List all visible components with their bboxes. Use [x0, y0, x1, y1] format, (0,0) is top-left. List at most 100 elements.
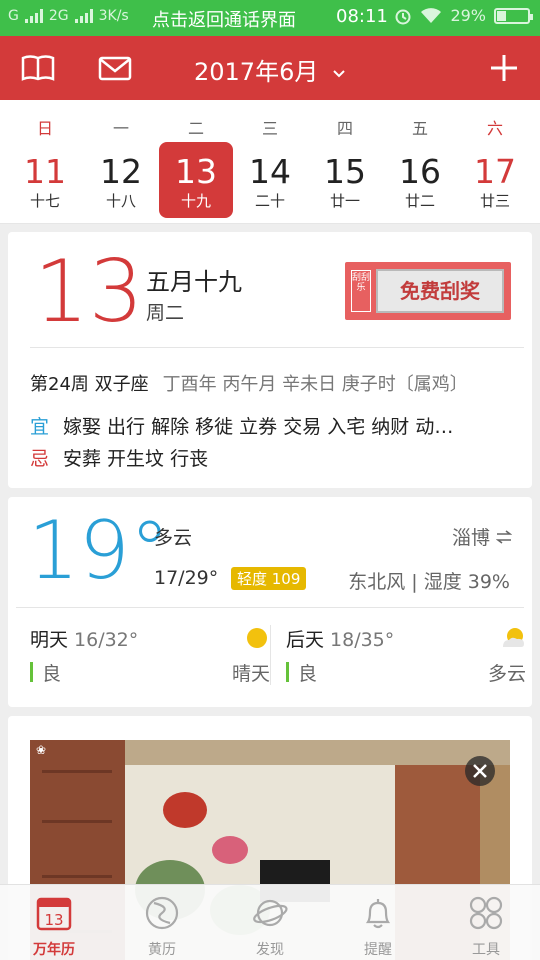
week-day-0[interactable]: 日 11 十七: [7, 100, 83, 224]
grid-icon: [469, 896, 503, 930]
forecast-day-after[interactable]: 后天 18/35° 良 多云: [286, 625, 526, 687]
nav-label: 黄历: [148, 942, 176, 958]
swap-icon: [496, 529, 512, 544]
planet-icon: [253, 899, 288, 927]
forecast-divider: [270, 625, 271, 685]
plus-icon[interactable]: [484, 48, 524, 88]
day-number: 17: [474, 152, 516, 191]
forecast-name: 明天: [30, 629, 69, 651]
forecast-condition: 多云: [487, 663, 526, 685]
week-day-3[interactable]: 三 14 二十: [232, 100, 308, 224]
lottery-stamp: 刮刮乐: [351, 270, 371, 312]
nav-label: 发现: [256, 942, 284, 958]
lunar-day: 二十: [254, 192, 285, 210]
weather-desc: 多云: [154, 527, 193, 549]
week-day-4[interactable]: 四 15 廿一: [307, 100, 383, 224]
lunar-date: 五月十九: [146, 268, 242, 296]
bell-icon: [365, 899, 391, 929]
app-header: 2017年6月: [0, 36, 540, 100]
forecast-range: 18/35°: [330, 629, 395, 651]
weekday: 周二: [146, 302, 185, 324]
weekday-label: 四: [336, 119, 353, 138]
month-selector[interactable]: 2017年6月: [0, 52, 540, 87]
yi-label: 宜: [30, 416, 50, 438]
today-card[interactable]: 13 五月十九 周二 刮刮乐 免费刮奖 第24周 双子座 丁酉年 丙午月 辛未日 …: [8, 232, 532, 488]
forecast-day-label: 后天 18/35°: [286, 625, 394, 652]
signal-icon: [24, 9, 43, 23]
signal-icon-2: [74, 9, 93, 23]
wind-humidity: 东北风 | 湿度 39%: [348, 571, 510, 593]
weekday-label: 日: [36, 119, 53, 138]
sun-icon: [247, 628, 267, 648]
weekday-label: 一: [112, 119, 129, 138]
day-number: 12: [100, 152, 142, 191]
lunar-day: 十九: [180, 192, 211, 210]
forecast-tomorrow[interactable]: 明天 16/32° 良 晴天: [30, 625, 270, 687]
week-day-5[interactable]: 五 16 廿二: [382, 100, 458, 224]
nav-reminder[interactable]: 提醒: [324, 885, 432, 960]
alarm-icon: [395, 9, 411, 24]
week-day-1[interactable]: 一 12 十八: [83, 100, 159, 224]
city-switcher[interactable]: 淄博: [452, 523, 512, 550]
partly-cloudy-icon: [503, 628, 524, 647]
nav-discover[interactable]: 发现: [216, 885, 324, 960]
nav-label: 提醒: [364, 942, 392, 958]
week-day-2-selected[interactable]: 二 13 十九: [158, 100, 234, 224]
nav-calendar[interactable]: 13 万年历: [0, 885, 108, 960]
temp-range: 17/29°: [154, 567, 219, 589]
divider: [30, 347, 524, 348]
status-right: 29%: [394, 6, 533, 25]
nav-label: 工具: [472, 942, 500, 958]
air-quality: 良: [30, 659, 61, 686]
wifi-icon: [421, 7, 442, 23]
lottery-label: 免费刮奖: [376, 269, 504, 313]
svg-text:❀: ❀: [36, 743, 46, 757]
return-call-notice[interactable]: 点击返回通话界面: [152, 6, 296, 32]
date-info: 第24周 双子座 丁酉年 丙午月 辛未日 庚子时〔属鸡〕: [30, 370, 468, 396]
free-lottery-button[interactable]: 刮刮乐 免费刮奖: [345, 262, 511, 320]
battery-icon: [494, 7, 533, 24]
nav-tools[interactable]: 工具: [432, 885, 540, 960]
status-bar: G 2G 3K/s 点击返回通话界面 08:11 29%: [0, 0, 540, 36]
yi-items: 嫁娶 出行 解除 移徙 立券 交易 入宅 纳财 动…: [63, 416, 454, 438]
air-quality: 良: [286, 659, 317, 686]
calendar-icon-day: 13: [44, 911, 63, 929]
weekday-label: 六: [486, 119, 503, 138]
week-day-6[interactable]: 六 17 廿三: [457, 100, 533, 224]
forecast-condition: 晴天: [231, 663, 270, 685]
close-icon[interactable]: [465, 756, 495, 786]
big-day-number: 13: [34, 242, 144, 342]
nav-almanac[interactable]: 黄历: [108, 885, 216, 960]
yi-row[interactable]: 宜嫁娶 出行 解除 移徙 立券 交易 入宅 纳财 动…: [30, 412, 520, 439]
ji-items: 安葬 开生坟 行丧: [63, 448, 209, 470]
status-left: G 2G 3K/s: [8, 8, 129, 24]
day-number: 13: [175, 152, 217, 191]
weather-card[interactable]: 19° 多云 17/29° 轻度 109 淄博 东北风 | 湿度 39% 明天 1…: [8, 497, 532, 707]
day-number: 11: [24, 152, 66, 191]
month-title: 2017年6月: [194, 58, 319, 86]
network-label-1: G: [8, 8, 19, 24]
aqi-badge: 轻度 109: [231, 567, 307, 590]
network-label-2: 2G: [48, 8, 69, 24]
calendar-icon: 13: [36, 897, 72, 931]
lunar-day: 十七: [29, 192, 60, 210]
lunar-day: 廿三: [479, 192, 510, 210]
ganzhi-info: 丁酉年 丙午月 辛未日 庚子时〔属鸡〕: [162, 374, 468, 395]
battery-percent: 29%: [450, 6, 486, 25]
network-speed: 3K/s: [98, 8, 129, 24]
week-info: 第24周 双子座: [30, 374, 149, 395]
week-strip: 日 11 十七 一 12 十八 二 13 十九 三 14 二十 四 15 廿一 …: [0, 100, 540, 224]
chevron-down-icon: [333, 70, 345, 78]
day-number: 14: [249, 152, 291, 191]
lunar-day: 十八: [105, 192, 136, 210]
divider: [16, 607, 524, 608]
weekday-label: 五: [411, 119, 428, 138]
lunar-day: 廿二: [404, 192, 435, 210]
weekday-label: 三: [261, 119, 278, 138]
bottom-nav: 13 万年历 黄历 发现 提醒 工具: [0, 884, 540, 960]
status-time: 08:11: [336, 6, 388, 27]
ji-row[interactable]: 忌安葬 开生坟 行丧: [30, 444, 520, 471]
day-number: 16: [399, 152, 441, 191]
current-temp: 19°: [28, 504, 170, 597]
ji-label: 忌: [30, 448, 50, 470]
